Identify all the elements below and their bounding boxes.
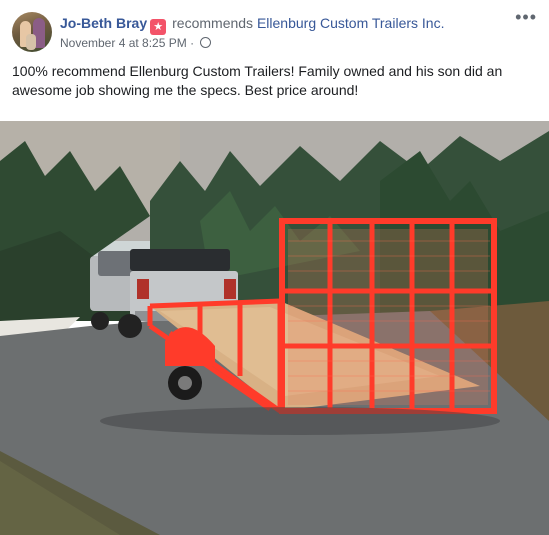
recommend-star-icon: ★: [150, 19, 167, 35]
avatar[interactable]: [12, 12, 52, 52]
post-header: Jo-Beth Bray ★ recommends Ellenburg Custom…: [60, 14, 444, 35]
recommends-label: recommends: [172, 15, 254, 31]
meta-separator: ·: [190, 36, 195, 50]
avatar-person-3: [26, 34, 36, 50]
post-meta: November 4 at 8:25 PM ·: [60, 35, 212, 51]
post-text: 100% recommend Ellenburg Custom Trailers…: [12, 63, 503, 98]
globe-icon[interactable]: [200, 37, 212, 48]
page-link[interactable]: Ellenburg Custom Trailers Inc.: [257, 15, 445, 31]
facebook-post: Jo-Beth Bray ★ recommends Ellenburg Custom…: [0, 0, 549, 535]
post-photo[interactable]: [0, 121, 549, 535]
author-name[interactable]: Jo-Beth Bray: [60, 15, 147, 31]
more-options-icon[interactable]: •••: [515, 8, 537, 26]
post-timestamp[interactable]: November 4 at 8:25 PM: [60, 36, 187, 50]
